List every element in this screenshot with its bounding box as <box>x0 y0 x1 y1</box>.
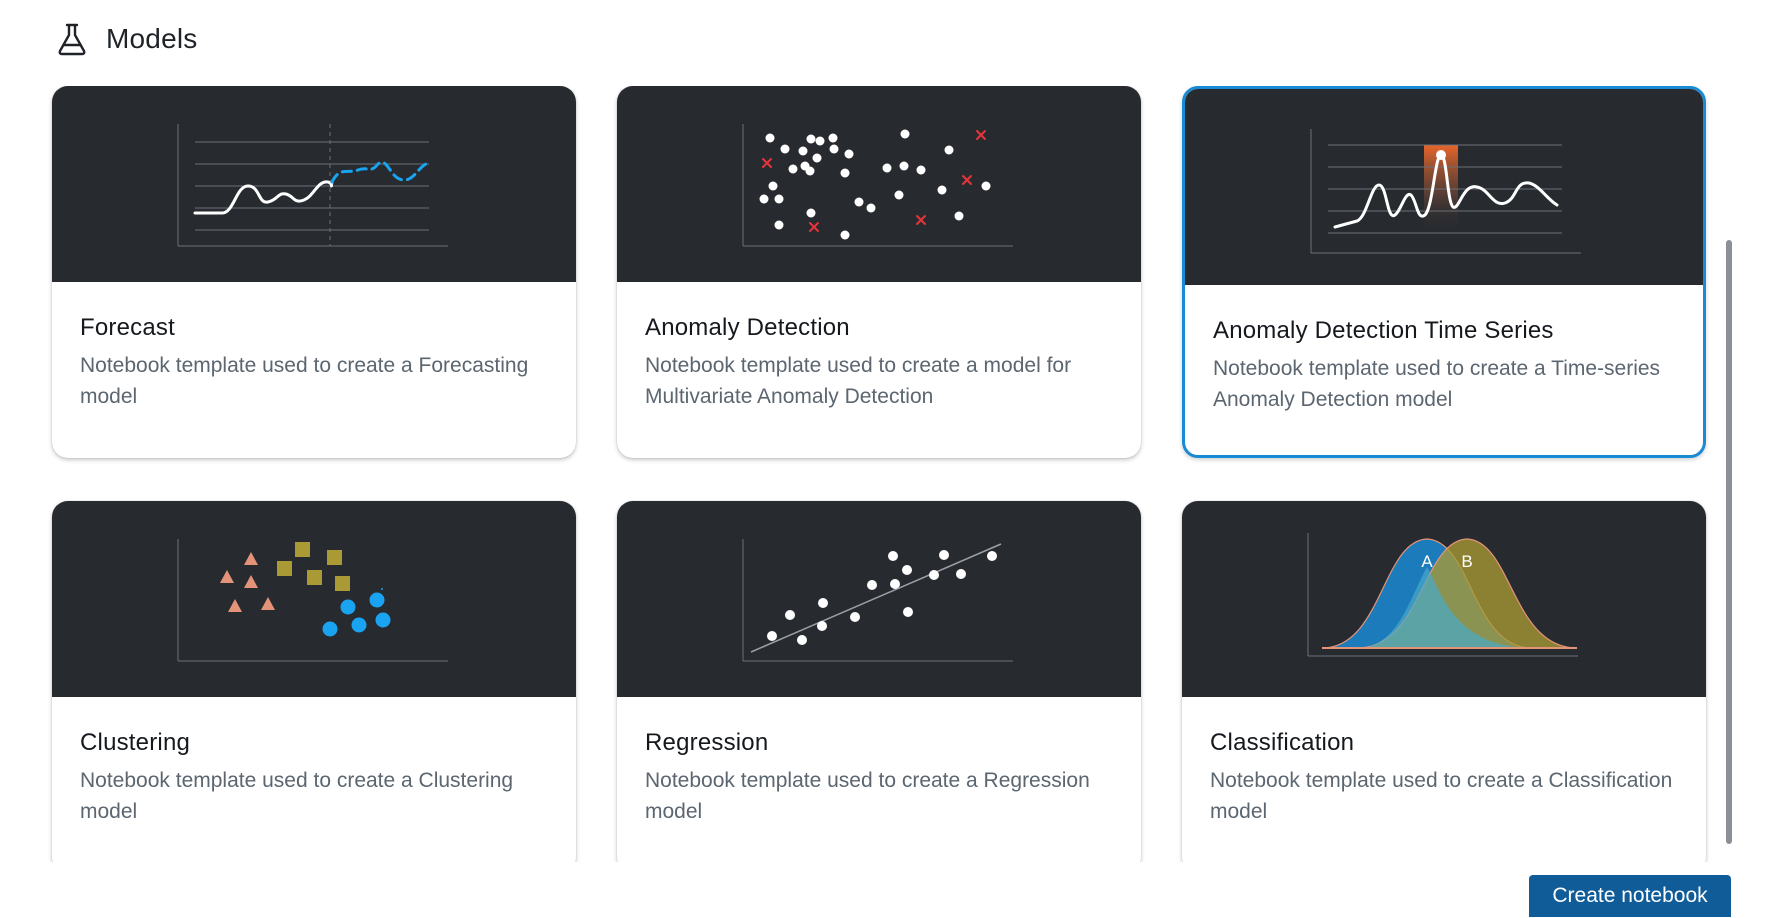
card-description: Notebook template used to create a Class… <box>1210 769 1673 823</box>
model-card-anomaly-detection-time-series[interactable]: Anomaly Detection Time Series Notebook t… <box>1182 86 1706 458</box>
model-card-grid: Forecast Notebook template used to creat… <box>0 86 1720 862</box>
create-notebook-button[interactable]: Create notebook <box>1529 875 1731 917</box>
page-header: Models <box>54 18 197 60</box>
card-description: Notebook template used to create a Clust… <box>80 769 514 823</box>
flask-icon <box>58 23 86 56</box>
anomaly-scatter-illustration <box>617 86 1141 282</box>
model-card-classification[interactable]: A B Classification Notebook template use… <box>1182 501 1706 862</box>
card-description: Notebook template used to create a Forec… <box>80 354 529 408</box>
model-card-forecast[interactable]: Forecast Notebook template used to creat… <box>52 86 576 458</box>
anomaly-timeseries-illustration <box>1185 89 1703 285</box>
card-description: Notebook template used to create a Regre… <box>645 769 1090 823</box>
model-card-anomaly-detection[interactable]: Anomaly Detection Notebook template used… <box>617 86 1141 458</box>
card-title: Forecast <box>80 314 175 341</box>
card-title: Anomaly Detection <box>645 314 850 341</box>
class-a-label: A <box>1421 552 1433 571</box>
card-title: Clustering <box>80 729 191 756</box>
card-title: Regression <box>645 729 769 756</box>
class-b-label: B <box>1461 552 1472 571</box>
clusters-illustration <box>52 501 576 697</box>
scrollbar-thumb[interactable] <box>1726 240 1732 844</box>
card-description: Notebook template used to create a model… <box>645 354 1072 408</box>
classification-illustration: A B <box>1182 501 1706 697</box>
card-description: Notebook template used to create a Time-… <box>1213 357 1661 411</box>
regression-illustration <box>617 501 1141 697</box>
card-title: Classification <box>1210 729 1355 756</box>
card-title: Anomaly Detection Time Series <box>1213 317 1554 344</box>
model-card-clustering[interactable]: Clustering Notebook template used to cre… <box>52 501 576 862</box>
page-title: Models <box>106 23 198 54</box>
model-card-regression[interactable]: Regression Notebook template used to cre… <box>617 501 1141 862</box>
forecast-illustration <box>52 86 576 282</box>
